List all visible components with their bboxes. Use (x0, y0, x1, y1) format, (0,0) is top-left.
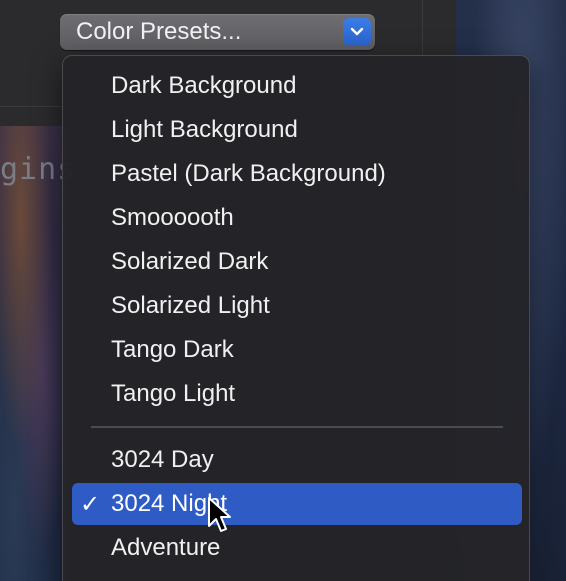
menu-item-tango-dark[interactable]: Tango Dark (72, 329, 522, 371)
menu-item-label: Solarized Dark (111, 248, 269, 275)
menu-item-3024-day[interactable]: 3024 Day (72, 439, 522, 481)
menu-item-adventure[interactable]: Adventure (72, 527, 522, 569)
menu-item-smoooooth[interactable]: Smoooooth (72, 197, 522, 239)
color-presets-popup-button[interactable]: Color Presets... (60, 14, 375, 50)
menu-item-light-background[interactable]: Light Background (72, 109, 522, 151)
menu-item-label: Tango Light (111, 380, 236, 407)
chevron-down-icon[interactable] (343, 18, 371, 46)
color-presets-menu: Dark Background Light Background Pastel … (62, 55, 530, 581)
menu-item-pastel-dark-background[interactable]: Pastel (Dark Background) (72, 153, 522, 195)
menu-item-label: Tango Dark (111, 336, 234, 363)
menu-item-label: Smoooooth (111, 204, 234, 231)
checkmark-icon: ✓ (80, 490, 101, 518)
menu-item-label: Adventure (111, 534, 221, 561)
menu-item-3024-night[interactable]: ✓ 3024 Night (72, 483, 522, 525)
menu-item-label: 3024 Day (111, 446, 214, 473)
menu-item-label: Dark Background (111, 72, 297, 99)
menu-item-solarized-light[interactable]: Solarized Light (72, 285, 522, 327)
menu-item-solarized-dark[interactable]: Solarized Dark (72, 241, 522, 283)
menu-item-label: Pastel (Dark Background) (111, 160, 386, 187)
menu-item-tango-light[interactable]: Tango Light (72, 373, 522, 415)
mouse-pointer-icon (207, 496, 233, 539)
menu-item-dark-background[interactable]: Dark Background (72, 65, 522, 107)
menu-item-label: Solarized Light (111, 292, 270, 319)
menu-item-label: Light Background (111, 116, 298, 143)
background-image-left (0, 126, 70, 581)
menu-separator (91, 426, 503, 428)
color-presets-label: Color Presets... (76, 18, 242, 45)
